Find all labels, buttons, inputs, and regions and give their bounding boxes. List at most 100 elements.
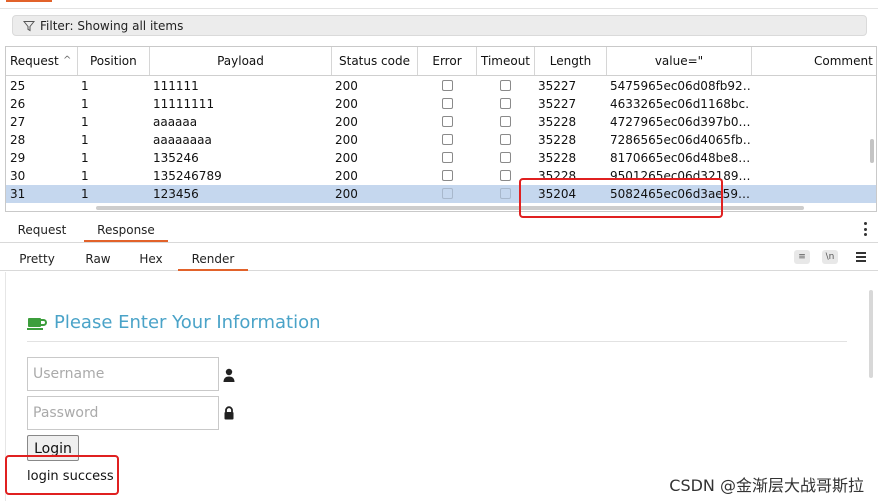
column-header-status-code[interactable]: Status code — [332, 47, 418, 75]
cell-value: 7286565ec06d4065fb… — [610, 133, 750, 147]
cell-value: 4633265ec06d1168bc… — [610, 97, 750, 111]
table-row[interactable]: 29 1 135246 200 35228 8170665ec06d48be8… — [6, 149, 876, 167]
message-tabs: Request Response — [0, 218, 878, 243]
cell-length: 35227 — [538, 97, 577, 111]
cell-position: 1 — [81, 169, 89, 183]
error-checkbox[interactable] — [442, 98, 453, 109]
cell-position: 1 — [81, 133, 89, 147]
timeout-checkbox[interactable] — [500, 188, 511, 199]
cell-status: 200 — [335, 115, 358, 129]
table-row[interactable]: 31 1 123456 200 35204 5082465ec06d3ae59… — [6, 185, 876, 203]
cell-length: 35228 — [538, 151, 577, 165]
cell-payload: 135246789 — [153, 169, 222, 183]
column-header-timeout[interactable]: Timeout — [477, 47, 535, 75]
tab-pretty[interactable]: Pretty — [8, 247, 66, 271]
cell-value: 5475965ec06d08fb92… — [610, 79, 750, 93]
cell-request: 28 — [10, 133, 26, 147]
username-field[interactable]: Username — [27, 357, 219, 391]
cell-position: 1 — [81, 97, 89, 111]
cell-request: 25 — [10, 79, 26, 93]
cell-payload: 123456 — [153, 187, 199, 201]
wrap-lines-icon[interactable]: ≡ — [794, 250, 810, 264]
table-row[interactable]: 27 1 aaaaaa 200 35228 4727965ec06d397b0… — [6, 113, 876, 131]
timeout-checkbox[interactable] — [500, 98, 511, 109]
tab-hex[interactable]: Hex — [130, 247, 172, 271]
cell-request: 27 — [10, 115, 26, 129]
menu-icon[interactable] — [856, 252, 866, 262]
filter-text: Filter: Showing all items — [40, 18, 184, 33]
timeout-checkbox[interactable] — [500, 134, 511, 145]
tab-raw[interactable]: Raw — [76, 247, 120, 271]
scroll-thumb[interactable] — [869, 290, 873, 378]
table-row[interactable]: 30 1 135246789 200 35228 9501265ec06d32189… — [6, 167, 876, 185]
user-icon — [223, 368, 235, 382]
cell-payload: aaaaaa — [153, 115, 198, 129]
active-tab-indicator — [6, 0, 52, 2]
tab-request[interactable]: Request — [10, 218, 74, 242]
column-header-value[interactable]: value=" — [607, 47, 752, 75]
more-options-icon[interactable] — [864, 222, 868, 236]
cell-status: 200 — [335, 133, 358, 147]
column-header-error[interactable]: Error — [418, 47, 477, 75]
cell-position: 1 — [81, 79, 89, 93]
cell-request: 26 — [10, 97, 26, 111]
cell-position: 1 — [81, 151, 89, 165]
column-header-request[interactable]: Request ^ — [6, 47, 78, 75]
cell-length: 35228 — [538, 133, 577, 147]
timeout-checkbox[interactable] — [500, 152, 511, 163]
filter-icon — [23, 20, 35, 31]
view-tabs: Pretty Raw Hex Render ≡ \n — [0, 247, 878, 271]
top-tab-strip — [0, 0, 878, 9]
render-scrollbar[interactable] — [867, 290, 875, 378]
timeout-checkbox[interactable] — [500, 80, 511, 91]
cell-status: 200 — [335, 187, 358, 201]
column-header-comment[interactable]: Comment — [752, 47, 876, 75]
cell-request: 30 — [10, 169, 26, 183]
table-vertical-scrollbar[interactable] — [868, 75, 876, 211]
error-checkbox[interactable] — [442, 116, 453, 127]
timeout-checkbox[interactable] — [500, 116, 511, 127]
cell-length: 35227 — [538, 79, 577, 93]
table-row[interactable]: 26 1 11111111 200 35227 4633265ec06d1168bc… — [6, 95, 876, 113]
cell-payload: 111111 — [153, 79, 199, 93]
cell-position: 1 — [81, 115, 89, 129]
table-header: Request ^ Position Payload Status code Er… — [6, 47, 876, 76]
cell-status: 200 — [335, 79, 358, 93]
sort-ascending-icon: ^ — [63, 55, 72, 66]
tab-render[interactable]: Render — [178, 247, 248, 271]
annotation-highlight-message — [5, 455, 119, 495]
column-header-position[interactable]: Position — [78, 47, 150, 75]
tab-response[interactable]: Response — [84, 218, 168, 242]
cell-status: 200 — [335, 151, 358, 165]
table-row[interactable]: 25 1 111111 200 35227 5475965ec06d08fb92… — [6, 77, 876, 95]
cell-request: 29 — [10, 151, 26, 165]
form-heading: Please Enter Your Information — [27, 312, 321, 333]
error-checkbox[interactable] — [442, 134, 453, 145]
filter-bar[interactable]: Filter: Showing all items — [12, 15, 867, 36]
cell-payload: aaaaaaaa — [153, 133, 212, 147]
form-heading-text: Please Enter Your Information — [54, 312, 321, 333]
cell-payload: 11111111 — [153, 97, 215, 111]
password-field[interactable]: Password — [27, 396, 219, 430]
cell-payload: 135246 — [153, 151, 199, 165]
newline-toggle-icon[interactable]: \n — [822, 250, 838, 264]
divider — [27, 341, 847, 342]
annotation-highlight-length — [519, 178, 723, 218]
error-checkbox[interactable] — [442, 170, 453, 181]
error-checkbox[interactable] — [442, 80, 453, 91]
error-checkbox[interactable] — [442, 188, 453, 199]
timeout-checkbox[interactable] — [500, 170, 511, 181]
results-table: Request ^ Position Payload Status code Er… — [5, 46, 877, 212]
scroll-thumb[interactable] — [870, 139, 874, 163]
cell-value: 8170665ec06d48be8… — [610, 151, 750, 165]
cell-status: 200 — [335, 97, 358, 111]
error-checkbox[interactable] — [442, 152, 453, 163]
cell-status: 200 — [335, 169, 358, 183]
table-row[interactable]: 28 1 aaaaaaaa 200 35228 7286565ec06d4065fb… — [6, 131, 876, 149]
cell-length: 35228 — [538, 115, 577, 129]
lock-icon — [224, 406, 234, 420]
coffee-cup-icon — [27, 317, 47, 330]
column-header-payload[interactable]: Payload — [150, 47, 332, 75]
column-header-length[interactable]: Length — [535, 47, 607, 75]
cell-request: 31 — [10, 187, 26, 201]
